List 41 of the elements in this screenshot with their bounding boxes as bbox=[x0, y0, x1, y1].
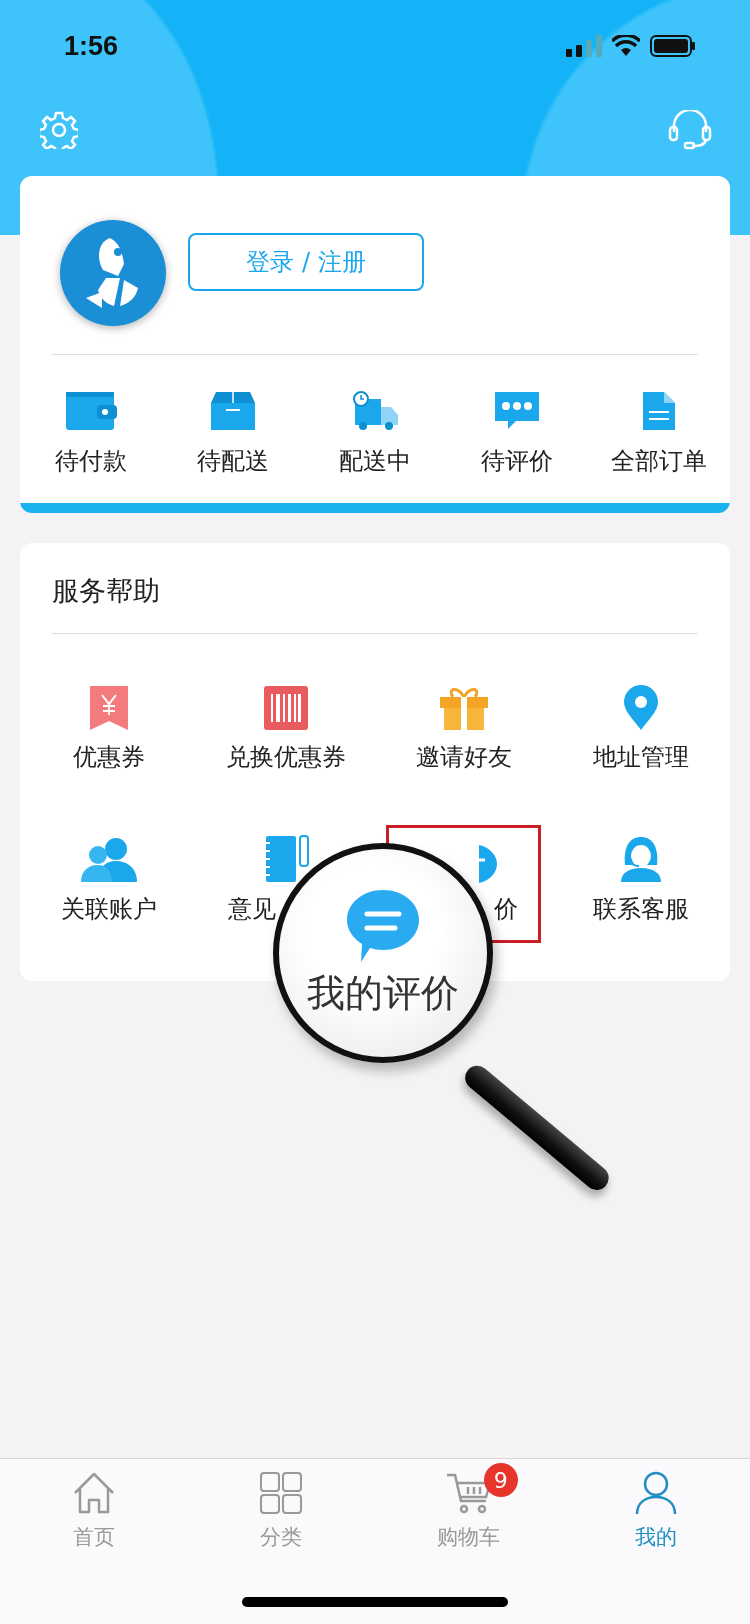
cart-icon bbox=[445, 1471, 492, 1515]
magnified-label: 我的评价 bbox=[307, 969, 459, 1017]
barcode-card-icon[interactable] bbox=[263, 685, 310, 731]
coupon-icon[interactable] bbox=[88, 685, 129, 731]
service-label[interactable]: 关联账户 bbox=[60, 893, 157, 925]
service-label[interactable]: 意见 bbox=[227, 893, 276, 925]
wifi-icon bbox=[612, 35, 640, 57]
service-label[interactable]: 优惠券 bbox=[72, 741, 145, 773]
service-label[interactable]: 联系客服 bbox=[593, 893, 690, 925]
order-status-label[interactable]: 配送中 bbox=[339, 445, 411, 477]
wallet-icon[interactable] bbox=[65, 391, 117, 431]
grid-icon bbox=[260, 1472, 303, 1514]
settings-icon[interactable] bbox=[40, 111, 78, 149]
customer-service-icon[interactable] bbox=[619, 835, 664, 883]
status-time: 1:56 bbox=[64, 30, 119, 62]
tab[interactable]: 9 购物车 bbox=[375, 1459, 563, 1552]
service-label[interactable]: 地址管理 bbox=[593, 741, 690, 773]
avatar-icon[interactable] bbox=[58, 218, 168, 328]
location-pin-icon[interactable] bbox=[623, 685, 660, 731]
document-icon[interactable] bbox=[642, 391, 676, 431]
cart-count-badge: 9 bbox=[483, 1463, 518, 1497]
tab[interactable]: 我的 bbox=[562, 1459, 750, 1552]
signal-icon bbox=[566, 35, 602, 57]
order-status-label[interactable]: 待评价 bbox=[481, 445, 553, 477]
box-icon[interactable] bbox=[210, 391, 256, 431]
order-status-label[interactable]: 待配送 bbox=[197, 445, 269, 477]
users-icon[interactable] bbox=[79, 837, 138, 883]
order-status-label[interactable]: 全部订单 bbox=[611, 445, 707, 477]
chat-bubble-icon[interactable] bbox=[478, 845, 497, 883]
battery-icon bbox=[650, 35, 696, 57]
headset-icon[interactable] bbox=[668, 110, 712, 150]
delivery-truck-icon[interactable] bbox=[351, 391, 399, 431]
service-label[interactable]: 兑换优惠券 bbox=[226, 741, 347, 773]
service-label[interactable]: 邀请好友 bbox=[415, 741, 512, 773]
section-title: 服务帮助 bbox=[51, 574, 161, 608]
chat-bubble-icon bbox=[345, 887, 421, 964]
user-icon bbox=[635, 1471, 678, 1515]
chat-bubble-icon[interactable] bbox=[494, 391, 540, 431]
order-status-label[interactable]: 待付款 bbox=[55, 445, 127, 477]
service-label[interactable]: 价 bbox=[493, 893, 518, 925]
gift-icon[interactable] bbox=[438, 685, 489, 731]
